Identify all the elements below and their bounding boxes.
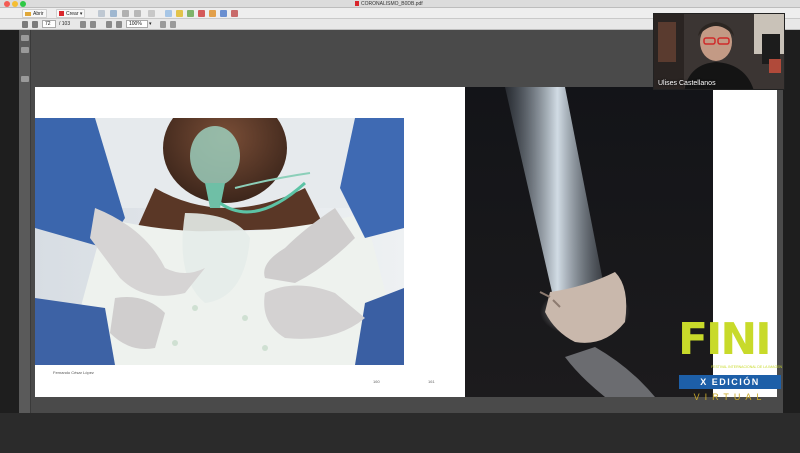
photo-patient-oxygen-mask	[35, 118, 404, 365]
page-number-right: 161	[428, 379, 435, 384]
hand-tool-icon[interactable]	[90, 21, 96, 28]
total-pages: / 103	[59, 21, 71, 27]
print-icon[interactable]	[98, 10, 105, 17]
folder-icon	[25, 11, 31, 16]
highlight-icon[interactable]	[187, 10, 194, 17]
zoom-out-icon[interactable]	[106, 21, 112, 28]
save-icon[interactable]	[110, 10, 117, 17]
navigation-pane	[19, 30, 31, 413]
page-number-left: 160	[373, 379, 380, 384]
review-icon[interactable]	[220, 10, 227, 17]
settings-icon[interactable]	[165, 10, 172, 17]
zoom-level-select[interactable]: 100%	[126, 20, 148, 28]
chevron-down-icon: ▾	[79, 11, 83, 17]
open-button-label: Abrir	[33, 11, 44, 17]
photo-patient-graphic	[35, 118, 404, 365]
previous-page-icon[interactable]	[22, 21, 28, 28]
share-icon[interactable]	[122, 10, 129, 17]
logo-letters: FINI	[678, 314, 772, 365]
select-tool-icon[interactable]	[80, 21, 86, 28]
page-thumbnails-icon[interactable]	[21, 35, 29, 41]
close-window-button[interactable]	[4, 1, 10, 7]
zoom-in-icon[interactable]	[116, 21, 122, 28]
photo-light-graphic	[465, 87, 713, 397]
stamp-icon[interactable]	[209, 10, 216, 17]
attach-icon[interactable]	[148, 10, 155, 17]
create-button[interactable]: Crear ▾	[56, 9, 86, 18]
logo-festival-name: FESTIVAL INTERNACIONAL DE LA IMAGEN	[711, 365, 783, 369]
rotate-icon[interactable]	[170, 21, 176, 28]
window-title: CORONALISMO_B0DB.pdf	[355, 0, 423, 8]
create-pdf-icon	[59, 11, 64, 17]
page-number-input[interactable]: 72	[42, 20, 56, 28]
comments-panel-icon[interactable]	[21, 76, 29, 82]
photo-caption: Fernando César López	[53, 370, 94, 375]
logo-virtual-label: VIRTUAL	[693, 392, 767, 402]
window-title-text: CORONALISMO_B0DB.pdf	[361, 1, 423, 7]
security-icon[interactable]	[231, 10, 238, 17]
bottom-bar	[0, 413, 800, 453]
next-page-icon[interactable]	[32, 21, 38, 28]
zoom-window-button[interactable]	[20, 1, 26, 7]
window-titlebar: CORONALISMO_B0DB.pdf	[0, 0, 800, 8]
bookmarks-icon[interactable]	[21, 47, 29, 53]
comment-icon[interactable]	[176, 10, 183, 17]
minimize-window-button[interactable]	[12, 1, 18, 7]
festival-logo: FINI FESTIVAL INTERNACIONAL DE LA IMAGEN…	[678, 317, 782, 409]
webcam-speaker-graphic	[654, 14, 784, 89]
chevron-down-icon[interactable]: ▾	[149, 20, 152, 29]
logo-edition-badge: X EDICIÓN	[679, 375, 781, 389]
create-button-label: Crear	[66, 11, 79, 17]
pdf-file-icon	[355, 1, 359, 7]
fit-page-icon[interactable]	[160, 21, 166, 28]
participant-name: Ulises Castellanos	[658, 80, 716, 87]
webcam-video-tile[interactable]: Ulises Castellanos	[653, 13, 785, 90]
photo-hand-light-beam	[465, 87, 713, 397]
email-icon[interactable]	[134, 10, 141, 17]
sign-icon[interactable]	[198, 10, 205, 17]
open-button[interactable]: Abrir	[22, 9, 47, 18]
